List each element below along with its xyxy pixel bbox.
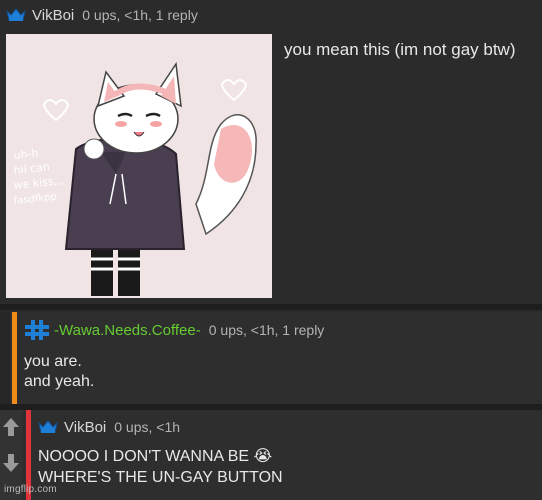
username[interactable]: -Wawa.Needs.Coffee- <box>54 322 201 339</box>
watermark: imgflip.com <box>4 484 57 495</box>
comment-header: VikBoi 0 ups, <1h, 1 reply <box>6 5 198 25</box>
crown-icon <box>38 420 58 433</box>
comment-line: and yeah. <box>24 373 95 390</box>
vote-column <box>0 312 10 404</box>
user-badge-icon <box>25 320 49 340</box>
comment-line: WHERE'S THE UN-GAY BUTTON <box>38 469 283 486</box>
comment-text: you mean this (im not gay btw) <box>284 40 516 59</box>
comment-3: VikBoi 0 ups, <1h NOOOO I DON'T WANNA BE… <box>0 410 542 500</box>
comment-line: you are. <box>24 353 82 370</box>
furry-character-image: uh-h hii can we kiss,,, fasdfkpp <box>6 34 272 298</box>
comment-meta: 0 ups, <1h, 1 reply <box>208 322 325 338</box>
comment-1: VikBoi 0 ups, <1h, 1 reply uh-h hii can … <box>0 0 542 304</box>
comment-header: -Wawa.Needs.Coffee- 0 ups, <1h, 1 reply <box>24 318 324 342</box>
comment-meta: 0 ups, <1h, 1 reply <box>82 7 198 23</box>
comment-2: -Wawa.Needs.Coffee- 0 ups, <1h, 1 reply … <box>0 312 542 404</box>
divider <box>0 304 542 310</box>
svg-text:uh-h: uh-h <box>13 146 39 162</box>
comment-body: you are. and yeah. <box>24 352 94 392</box>
comment-line: NOOOO I DON'T WANNA BE 😭 <box>38 448 273 465</box>
crown-icon <box>6 8 26 21</box>
downvote-icon[interactable] <box>2 452 20 474</box>
comment-header: VikBoi 0 ups, <1h <box>38 417 180 437</box>
username[interactable]: VikBoi <box>64 419 106 436</box>
reply-stripe <box>12 312 17 404</box>
comment-image[interactable]: uh-h hii can we kiss,,, fasdfkpp <box>6 34 272 298</box>
username[interactable]: VikBoi <box>32 7 74 24</box>
comment-meta: 0 ups, <1h <box>114 419 181 435</box>
comment-body: NOOOO I DON'T WANNA BE 😭 WHERE'S THE UN-… <box>38 446 283 488</box>
upvote-icon[interactable] <box>2 416 20 438</box>
